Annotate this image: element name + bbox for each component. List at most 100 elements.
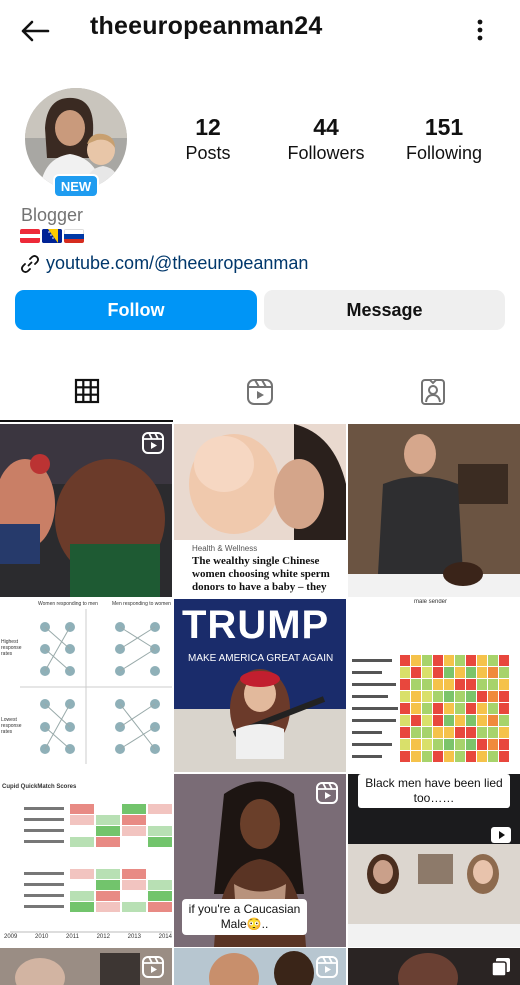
heatmap-cell (400, 655, 410, 666)
quickmatch-cell (70, 891, 94, 901)
following-label: Following (405, 143, 483, 163)
heatmap-cell (488, 691, 498, 702)
quickmatch-cell (148, 815, 172, 825)
quickmatch-year-axis: 2009 2010 2011 2012 2013 2014 (4, 934, 172, 940)
russia-flag-icon (64, 229, 84, 243)
heatmap-cell (400, 739, 410, 750)
quickmatch-cell (70, 804, 94, 814)
heatmap-title: male sender (414, 599, 448, 605)
post-thumbnail-6[interactable]: male sender (348, 599, 520, 772)
heatmap-cell (411, 679, 421, 690)
follow-button[interactable]: Follow (15, 290, 257, 330)
heatmap-cell (411, 691, 421, 702)
heatmap-cell (422, 691, 432, 702)
quickmatch-cell (96, 826, 120, 836)
post-thumbnail-5[interactable]: TRUMP MAKE AMERICA GREAT AGAIN (174, 599, 346, 772)
heatmap-cell (466, 667, 476, 678)
stat-following[interactable]: 151 Following (400, 114, 488, 164)
year-label: 2014 (158, 934, 172, 940)
heatmap-cell (466, 679, 476, 690)
content-tabs (0, 362, 520, 422)
quickmatch-cell (122, 869, 146, 879)
heatmap-cell (400, 703, 410, 714)
post-thumbnail-3[interactable] (348, 424, 520, 597)
heatmap-cell (400, 679, 410, 690)
tab-tagged[interactable] (346, 362, 520, 422)
quickmatch-cell (148, 804, 172, 814)
heatmap-cell (444, 679, 454, 690)
heatmap-cell (477, 655, 487, 666)
post-thumbnail-10[interactable] (0, 948, 172, 985)
post-headline: The wealthy single Chinese women choosin… (192, 555, 330, 593)
profile-link[interactable]: youtube.com/@theeuropeanman (20, 253, 308, 274)
back-button[interactable] (18, 14, 52, 48)
heatmap-cell (400, 715, 410, 726)
heatmap-cell (499, 715, 509, 726)
quickmatch-cell (96, 837, 120, 847)
post-thumbnail-2[interactable]: Health & Wellness The wealthy single Chi… (174, 424, 346, 597)
heatmap-cell (488, 667, 498, 678)
arrow-left-icon (21, 20, 50, 42)
heatmap-cell (433, 655, 443, 666)
post-thumbnail-12[interactable] (348, 948, 520, 985)
post-caption: if you're a Caucasian Male😳.. (182, 899, 307, 935)
more-options-button[interactable] (465, 14, 495, 46)
heatmap-cell (477, 751, 487, 762)
video-indicator-icon (491, 827, 511, 843)
heatmap-cell (433, 703, 443, 714)
heatmap-cell (488, 727, 498, 738)
heatmap-cell (433, 667, 443, 678)
post-thumbnail-7[interactable]: Cupid QuickMatch Scores 2009 2010 2011 2… (0, 774, 172, 947)
heatmap-cell (499, 667, 509, 678)
post-thumbnail-11[interactable] (174, 948, 346, 985)
heatmap-cell (499, 739, 509, 750)
heatmap-cell (477, 691, 487, 702)
post-thumbnail-4[interactable]: Women responding to men Men responding t… (0, 599, 172, 772)
heatmap-cell (433, 679, 443, 690)
stat-posts[interactable]: 12 Posts (174, 114, 242, 164)
heatmap-cell (422, 679, 432, 690)
heatmap-cell (466, 703, 476, 714)
carousel-indicator-icon (491, 958, 510, 977)
message-button[interactable]: Message (264, 290, 505, 330)
heatmap-cell (455, 739, 465, 750)
chart-row-lowest: Lowest response rates (1, 717, 22, 735)
stat-followers[interactable]: 44 Followers (284, 114, 368, 164)
heatmap-cell (499, 751, 509, 762)
quickmatch-cell (148, 891, 172, 901)
quickmatch-cell (96, 815, 120, 825)
heatmap-cell (433, 691, 443, 702)
heatmap-cell (411, 655, 421, 666)
heatmap-cell (488, 739, 498, 750)
followers-count: 44 (313, 114, 339, 140)
heatmap-cell (455, 667, 465, 678)
heatmap-cell (477, 739, 487, 750)
quickmatch-row-label (24, 872, 64, 875)
post-thumbnail-8[interactable]: if you're a Caucasian Male😳.. (174, 774, 346, 947)
heatmap-cell (455, 727, 465, 738)
quickmatch-cell (96, 891, 120, 901)
year-label: 2011 (66, 934, 79, 940)
post-thumbnail-9[interactable]: Black men have been lied too…… (348, 774, 520, 947)
quickmatch-cell (96, 902, 120, 912)
tab-posts[interactable] (0, 362, 173, 422)
quickmatch-cell (122, 804, 146, 814)
tab-reels[interactable] (173, 362, 346, 422)
post-caption: Black men have been lied too…… (358, 774, 510, 808)
quickmatch-cell (122, 815, 146, 825)
post-thumbnail-1[interactable] (0, 424, 172, 597)
heatmap-cell (466, 751, 476, 762)
link-icon (21, 254, 39, 273)
heatmap-cell (455, 751, 465, 762)
reel-indicator-icon (316, 782, 338, 804)
quickmatch-cell (148, 826, 172, 836)
heatmap-cell (411, 715, 421, 726)
heatmap-cell (400, 691, 410, 702)
heatmap-cell (400, 727, 410, 738)
profile-category: Blogger (21, 205, 84, 225)
heatmap-cell (466, 727, 476, 738)
heatmap-cell (488, 751, 498, 762)
heatmap-cell (444, 727, 454, 738)
posts-label: Posts (185, 143, 231, 163)
quickmatch-cell (70, 869, 94, 879)
